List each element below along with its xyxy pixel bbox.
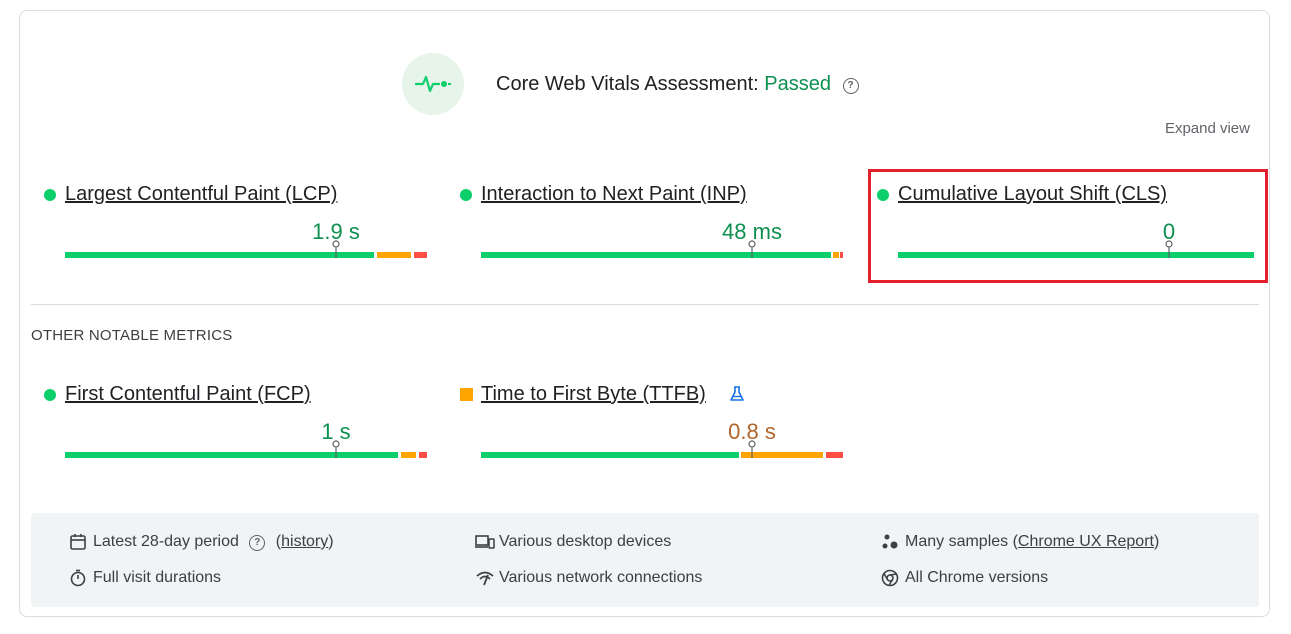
help-icon[interactable]: ? [249,535,266,551]
metric-ttfb: Time to First Byte (TTFB) 0.8 s [460,381,843,461]
stopwatch-icon [70,569,86,587]
distribution-bar [481,240,843,258]
section-divider [31,304,1259,305]
metric-fcp: First Contentful Paint (FCP) 1 s [44,381,427,461]
marker-pin-icon [748,440,756,458]
expand-view-button[interactable]: Expand view [1165,120,1250,137]
status-good-icon [460,189,472,201]
metric-lcp: Largest Contentful Paint (LCP) 1.9 s [44,181,427,261]
metric-inp: Interaction to Next Paint (INP) 48 ms [460,181,843,261]
samples-icon [882,534,898,549]
help-icon[interactable]: ? [842,78,859,94]
assessment-title: Core Web Vitals Assessment: Passed ? [496,72,859,96]
status-average-icon [460,388,473,401]
marker-pin-icon [332,240,340,258]
chrome-ux-report-link[interactable]: Chrome UX Report [1018,533,1154,550]
distribution-bar [65,440,427,458]
distribution-bar [481,440,843,458]
chrome-versions-text: All Chrome versions [905,569,1049,586]
devices-icon [475,535,495,549]
calendar-icon [70,534,86,550]
data-source-footer: Latest 28-day period ? (history) Full vi… [31,513,1259,607]
devices-text: Various desktop devices [499,533,672,550]
paren-close: ) [328,533,334,550]
marker-pin-icon [748,240,756,258]
network-text: Various network connections [499,569,703,586]
pulse-icon [402,53,464,115]
other-metrics-heading: OTHER NOTABLE METRICS [31,327,233,344]
status-good-icon [44,389,56,401]
assessment-status: Passed [764,73,831,95]
samples-suffix: ) [1153,533,1160,550]
cls-highlight-box [868,169,1268,283]
history-link[interactable]: history [281,533,328,550]
flask-icon[interactable] [729,385,745,403]
distribution-bar [65,240,427,258]
status-good-icon [44,189,56,201]
wifi-icon [476,571,494,586]
assessment-label: Core Web Vitals Assessment: [496,73,759,95]
marker-pin-icon [332,440,340,458]
samples-prefix: Many samples ( [905,533,1018,550]
period-text: Latest 28-day period [93,533,239,550]
metric-name[interactable]: First Contentful Paint (FCP) [65,381,311,407]
metric-name[interactable]: Largest Contentful Paint (LCP) [65,181,337,207]
chrome-icon [881,569,899,587]
metric-name[interactable]: Interaction to Next Paint (INP) [481,181,747,207]
metric-name[interactable]: Time to First Byte (TTFB) [481,381,706,407]
duration-text: Full visit durations [93,569,222,586]
